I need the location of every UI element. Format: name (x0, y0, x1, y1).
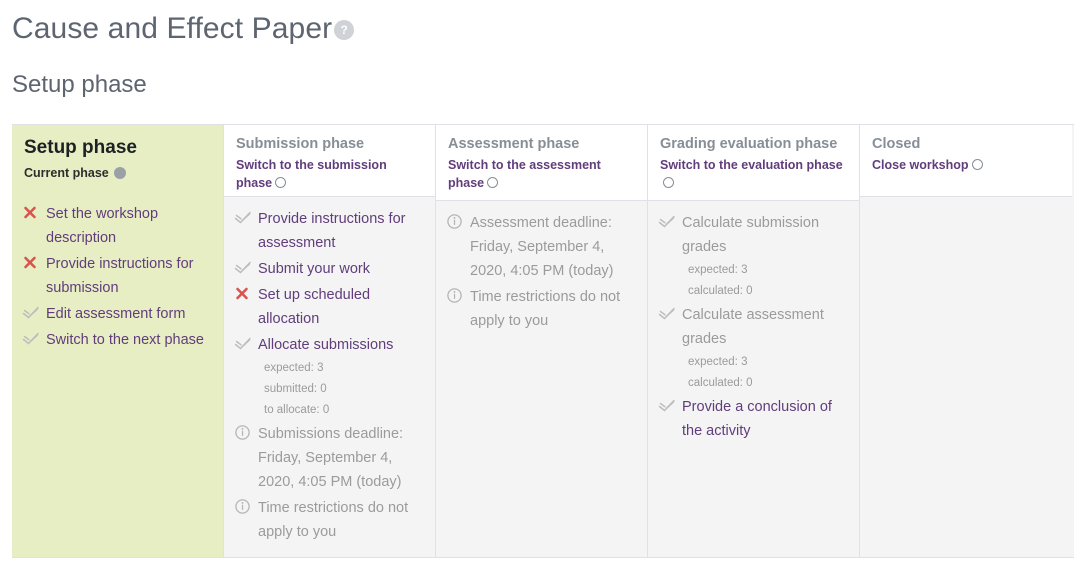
workshop-phase-table: Setup phase Current phase Set the workshop… (12, 124, 1074, 558)
phase-task-list-assessment: Assessment deadline: Friday, September 4… (436, 201, 647, 557)
info-icon (234, 422, 254, 444)
switch-phase-label: Current phase (24, 166, 109, 180)
phase-task-detail: expected: 3 (264, 362, 324, 374)
phase-task-label: Submit your work (258, 261, 371, 277)
phase-task-label: Calculate submission grades (682, 215, 820, 255)
current-phase-dot-icon (113, 167, 126, 179)
phase-column-submission: Submission phase Switch to the submission… (224, 125, 436, 557)
phase-task-label: Provide a conclusion of the activity (682, 399, 832, 439)
phase-task-label: Switch to the next phase (46, 332, 204, 348)
phase-task-label: Provide instructions for submission (46, 256, 194, 296)
switch-phase-link[interactable]: Switch to the evaluation phase (660, 156, 849, 192)
phase-task-link[interactable]: Provide instructions for assessment (234, 207, 427, 255)
phase-task-label: Allocate submissions (258, 337, 394, 353)
phase-task-link[interactable]: Provide instructions for submission (22, 252, 215, 300)
switch-phase-label: Switch to the evaluation phase (660, 158, 843, 172)
phase-header-assessment: Assessment phase Switch to the assessment… (436, 125, 647, 201)
phase-task-detail: calculated: 0 (688, 285, 753, 297)
phase-title: Setup phase (24, 137, 137, 158)
phase-task-link[interactable]: Allocate submissions (234, 333, 427, 357)
phase-column-setup: Setup phase Current phase Set the workshop… (12, 125, 224, 557)
phase-task-info: Time restrictions do not apply to you (446, 285, 639, 333)
info-icon (234, 496, 254, 518)
info-icon (446, 285, 466, 307)
phase-header-submission: Submission phase Switch to the submission… (224, 125, 435, 197)
phase-task-label: Calculate assessment grades (682, 307, 824, 347)
check-icon (22, 328, 42, 350)
phase-task-label: Set the workshop description (46, 206, 159, 246)
phase-column-closed: Closed Close workshop (860, 125, 1072, 557)
phase-task-detail: to allocate: 0 (264, 404, 330, 416)
phase-task-link[interactable]: Submit your work (234, 257, 427, 281)
check-icon (234, 333, 254, 355)
phase-task-list-submission: Provide instructions for assessment Submi… (224, 197, 435, 558)
switch-phase-link[interactable]: Switch to the submission phase (236, 156, 425, 192)
switch-phase-radio-icon[interactable] (663, 177, 674, 188)
phase-title: Assessment phase (448, 136, 580, 152)
check-icon (658, 211, 678, 233)
phase-task-info: Calculate submission grades (658, 211, 851, 259)
phase-task-label: Set up scheduled allocation (258, 287, 371, 327)
current-phase-label: Current phase (24, 164, 213, 182)
phase-task-link[interactable]: Switch to the next phase (22, 328, 215, 352)
phase-column-grading-evaluation: Grading evaluation phase Switch to the ev… (648, 125, 860, 557)
cross-icon (22, 252, 42, 274)
phase-task-info: Submissions deadline: Friday, September … (234, 422, 427, 494)
check-icon (234, 257, 254, 279)
cross-icon (22, 202, 42, 224)
switch-phase-radio-icon[interactable] (487, 177, 499, 188)
phase-title: Submission phase (236, 136, 365, 152)
phase-header-setup: Setup phase Current phase (12, 125, 223, 184)
switch-phase-radio-icon[interactable] (275, 177, 287, 188)
switch-phase-label: Switch to the assessment phase (448, 158, 601, 190)
phase-task-label: Submissions deadline: Friday, September … (258, 426, 404, 490)
info-icon (446, 211, 466, 233)
phase-task-label: Assessment deadline: Friday, September 4… (470, 215, 614, 279)
help-icon[interactable]: ? (334, 20, 355, 40)
phase-header-closed: Closed Close workshop (860, 125, 1072, 197)
phase-task-detail: calculated: 0 (688, 377, 753, 389)
switch-phase-label: Switch to the submission phase (236, 158, 387, 190)
phase-task-info: Time restrictions do not apply to you (234, 496, 427, 544)
phase-task-label: Time restrictions do not apply to you (258, 500, 409, 540)
phase-task-list-closed (860, 197, 1072, 557)
switch-phase-link[interactable]: Switch to the assessment phase (448, 156, 637, 192)
phase-task-label: Edit assessment form (46, 306, 186, 322)
section-title: Setup phase (12, 71, 147, 98)
phase-title: Grading evaluation phase (660, 136, 838, 152)
phase-task-link[interactable]: Edit assessment form (22, 302, 215, 326)
phase-task-label: Time restrictions do not apply to you (470, 289, 621, 329)
phase-task-info: Assessment deadline: Friday, September 4… (446, 211, 639, 283)
phase-task-info: Calculate assessment grades (658, 303, 851, 351)
switch-phase-link[interactable]: Close workshop (872, 156, 1062, 174)
phase-task-label: Provide instructions for assessment (258, 211, 406, 251)
phase-title: Closed (872, 136, 921, 152)
check-icon (22, 302, 42, 324)
phase-task-link[interactable]: Set up scheduled allocation (234, 283, 427, 331)
page-title-text: Cause and Effect Paper (12, 12, 333, 45)
cross-icon (234, 283, 254, 305)
phase-task-list-grading-evaluation: Calculate submission grades expected: 3 ca… (648, 201, 859, 557)
page-title: Cause and Effect Paper ? (12, 10, 1074, 48)
phase-header-grading-evaluation: Grading evaluation phase Switch to the ev… (648, 125, 859, 201)
phase-task-link[interactable]: Provide a conclusion of the activity (658, 395, 851, 443)
phase-task-list-setup: Set the workshop description Provide inst… (12, 184, 223, 557)
check-icon (234, 207, 254, 229)
phase-task-detail: submitted: 0 (264, 383, 327, 395)
check-icon (658, 395, 678, 417)
check-icon (658, 303, 678, 325)
switch-phase-label: Close workshop (872, 158, 969, 172)
phase-column-assessment: Assessment phase Switch to the assessment… (436, 125, 648, 557)
phase-task-detail: expected: 3 (688, 264, 748, 276)
switch-phase-radio-icon[interactable] (971, 159, 983, 170)
phase-task-link[interactable]: Set the workshop description (22, 202, 215, 250)
phase-task-detail: expected: 3 (688, 356, 748, 368)
